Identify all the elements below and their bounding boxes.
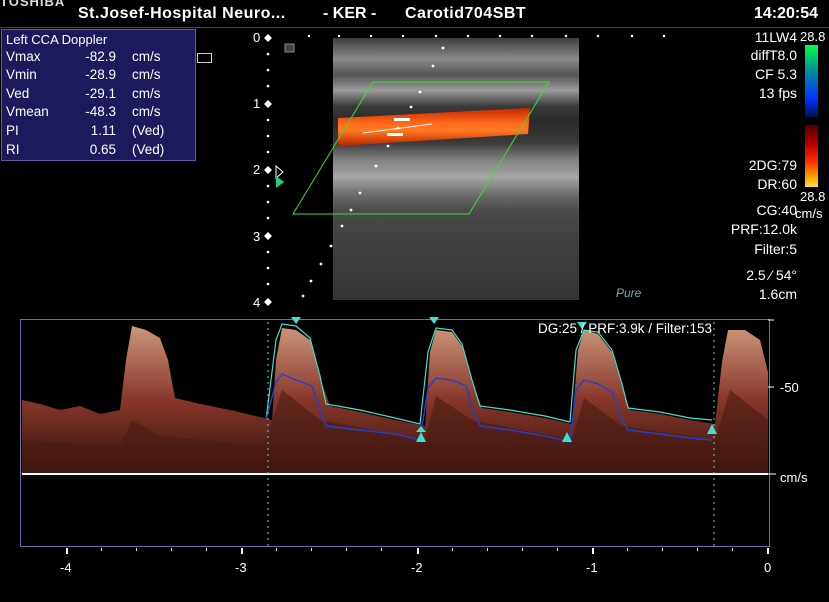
doppler-spectrum <box>22 317 776 554</box>
time-tick: -4 <box>60 560 72 575</box>
time-tick: -1 <box>586 560 598 575</box>
time-tick: -3 <box>235 560 247 575</box>
velocity-scale-label: -50 <box>780 380 799 395</box>
velocity-unit: cm/s <box>780 470 808 485</box>
spectral-settings: DG:25 / PRF:3.9k / Filter:153 <box>538 321 713 336</box>
time-tick: -2 <box>411 560 423 575</box>
time-tick: 0 <box>764 560 772 575</box>
